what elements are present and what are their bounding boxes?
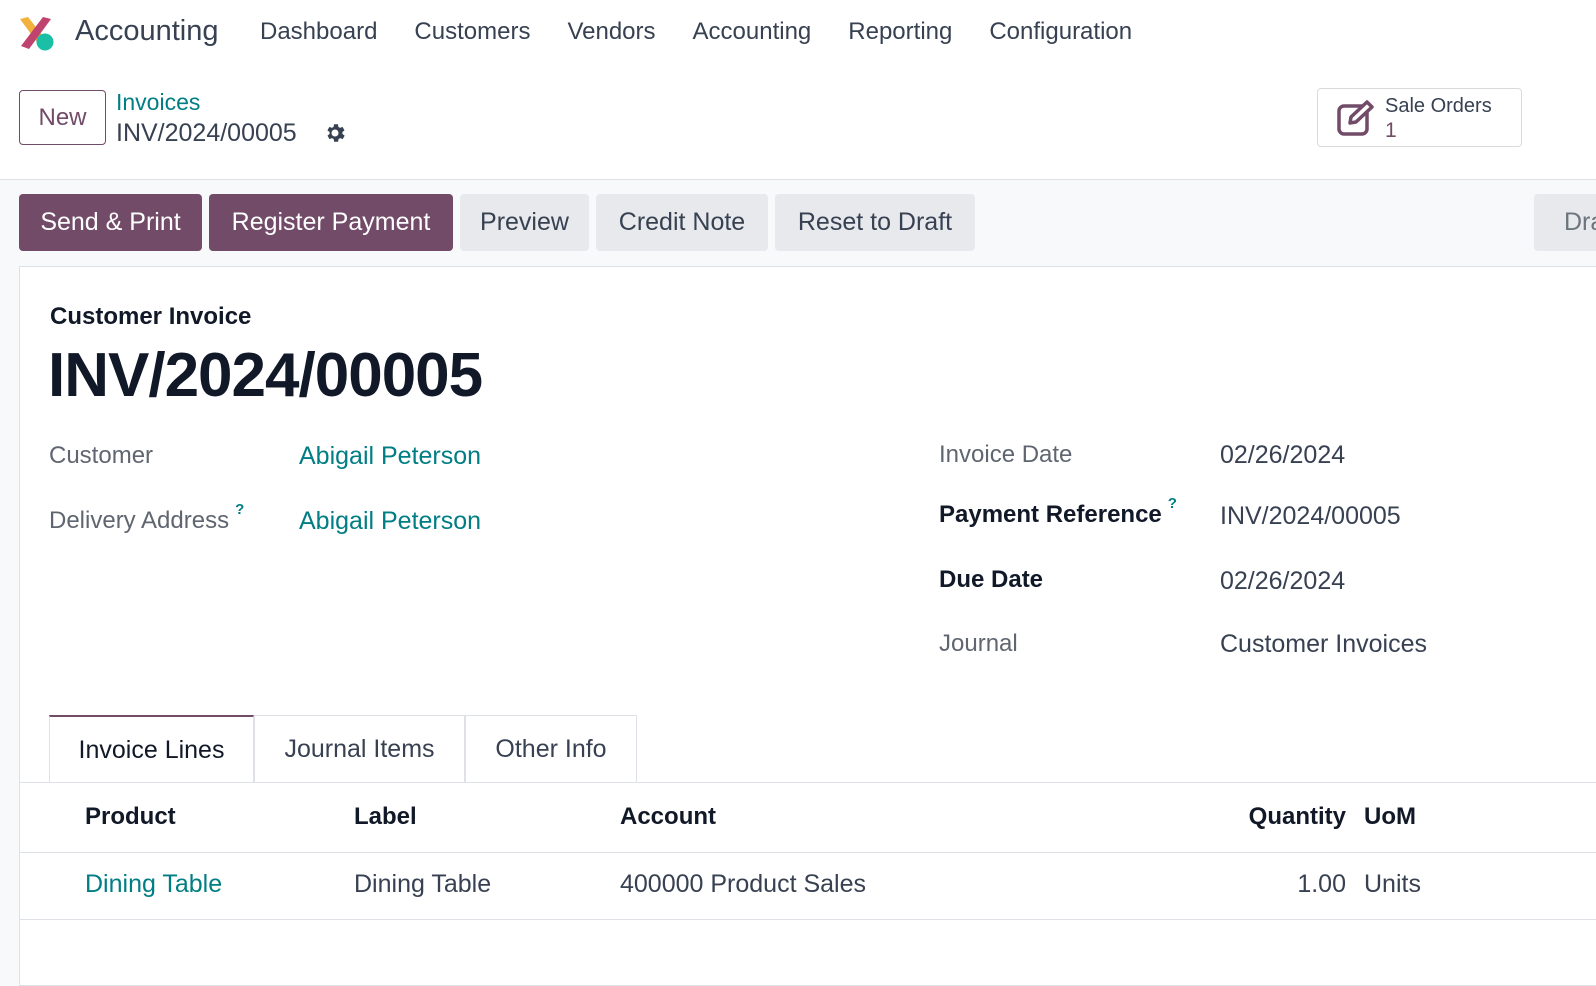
- menu-accounting[interactable]: Accounting: [693, 18, 812, 46]
- send-print-button[interactable]: Send & Print: [19, 194, 202, 251]
- invoice-form-sheet: Customer Invoice INV/2024/00005 Customer…: [19, 266, 1596, 986]
- breadcrumb-current: INV/2024/00005: [116, 119, 297, 147]
- main-menu: Dashboard Customers Vendors Accounting R…: [260, 18, 1169, 46]
- due-date-field[interactable]: 02/26/2024: [1220, 567, 1345, 596]
- column-header-account[interactable]: Account: [620, 803, 716, 831]
- help-tooltip-icon[interactable]: ?: [235, 501, 244, 518]
- menu-vendors[interactable]: Vendors: [567, 18, 655, 46]
- delivery-address-label-text: Delivery Address: [49, 507, 230, 534]
- smart-button-label: Sale Orders: [1385, 95, 1492, 117]
- sale-orders-smart-button[interactable]: Sale Orders 1: [1317, 88, 1522, 147]
- top-navbar: Accounting Dashboard Customers Vendors A…: [0, 0, 1596, 66]
- tab-journal-items[interactable]: Journal Items: [254, 715, 465, 783]
- gear-icon[interactable]: [323, 121, 347, 145]
- status-draft-badge[interactable]: Dra: [1534, 194, 1596, 251]
- cell-product[interactable]: Dining Table: [85, 870, 222, 899]
- reset-to-draft-button[interactable]: Reset to Draft: [775, 194, 975, 251]
- customer-field[interactable]: Abigail Peterson: [299, 442, 481, 471]
- cell-uom[interactable]: Units: [1364, 870, 1421, 899]
- customer-label: Customer: [49, 442, 154, 469]
- column-header-label[interactable]: Label: [354, 803, 417, 831]
- journal-field[interactable]: Customer Invoices: [1220, 630, 1427, 659]
- cell-label[interactable]: Dining Table: [354, 870, 491, 899]
- invoice-date-label: Invoice Date: [939, 441, 1073, 468]
- control-panel: New Invoices INV/2024/00005 Sale Orders …: [0, 66, 1596, 180]
- breadcrumb-invoices[interactable]: Invoices: [116, 89, 200, 116]
- tab-divider: [20, 782, 1596, 783]
- edit-icon: [1337, 100, 1374, 136]
- cell-account[interactable]: 400000 Product Sales: [620, 870, 866, 899]
- table-row-divider: [20, 919, 1596, 920]
- menu-configuration[interactable]: Configuration: [989, 18, 1132, 46]
- payment-reference-label-text: Payment Reference: [939, 501, 1162, 528]
- invoice-number: INV/2024/00005: [48, 341, 483, 410]
- due-date-label: Due Date: [939, 566, 1044, 593]
- payment-reference-label: Payment Reference?: [939, 495, 1177, 529]
- new-button[interactable]: New: [19, 90, 106, 145]
- column-header-product[interactable]: Product: [85, 803, 176, 831]
- tab-invoice-lines[interactable]: Invoice Lines: [49, 715, 254, 783]
- journal-label: Journal: [939, 630, 1018, 657]
- delivery-address-label: Delivery Address?: [49, 501, 244, 535]
- tab-other-info[interactable]: Other Info: [465, 715, 637, 783]
- accounting-app-icon[interactable]: [16, 13, 56, 53]
- help-tooltip-icon[interactable]: ?: [1168, 495, 1177, 512]
- credit-note-button[interactable]: Credit Note: [596, 194, 768, 251]
- menu-reporting[interactable]: Reporting: [848, 18, 952, 46]
- table-header-divider: [20, 852, 1596, 853]
- document-type: Customer Invoice: [50, 303, 252, 330]
- smart-button-count: 1: [1385, 119, 1397, 142]
- preview-button[interactable]: Preview: [460, 194, 589, 251]
- menu-customers[interactable]: Customers: [414, 18, 530, 46]
- register-payment-button[interactable]: Register Payment: [209, 194, 453, 251]
- invoice-date-field[interactable]: 02/26/2024: [1220, 441, 1345, 470]
- cell-quantity[interactable]: 1.00: [1200, 870, 1346, 899]
- payment-reference-field[interactable]: INV/2024/00005: [1220, 502, 1401, 531]
- column-header-uom[interactable]: UoM: [1364, 803, 1416, 831]
- app-name[interactable]: Accounting: [75, 15, 219, 48]
- column-header-quantity[interactable]: Quantity: [1200, 803, 1346, 831]
- menu-dashboard[interactable]: Dashboard: [260, 18, 377, 46]
- delivery-address-field[interactable]: Abigail Peterson: [299, 507, 481, 536]
